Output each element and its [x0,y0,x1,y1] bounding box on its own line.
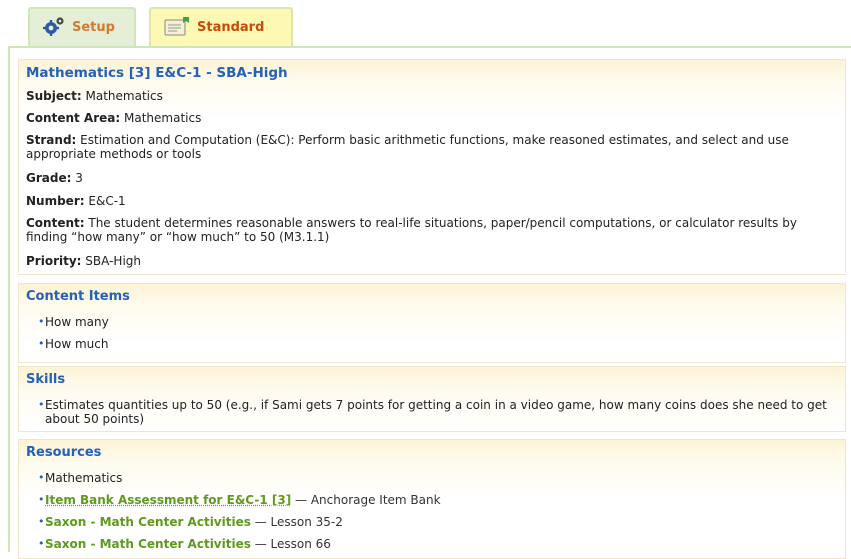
field-content: Content: The student determines reasonab… [26,216,835,244]
resource-link[interactable]: Saxon - Math Center Activities [45,515,251,529]
field-value: Mathematics [124,111,202,125]
resource-item: • Item Bank Assessment for E&C-1 [3] — A… [38,493,825,507]
field-value: SBA-High [85,254,142,268]
list-item: • How many [38,315,825,329]
skills-section: Skills • Estimates quantities up to 50 (… [18,366,846,432]
field-content-area: Content Area: Mathematics [26,111,835,125]
resource-source: — Lesson 66 [250,537,331,551]
certificate-icon [163,15,191,41]
list-item-text: Estimates quantities up to 50 (e.g., if … [45,398,827,426]
field-label: Content: [26,216,85,230]
field-value: Estimation and Computation (E&C): Perfor… [26,133,789,161]
skills-title: Skills [26,372,66,387]
bullet-icon: • [38,493,45,506]
field-strand: Strand: Estimation and Computation (E&C)… [26,133,835,161]
field-label: Priority: [26,254,82,268]
field-label: Strand: [26,133,77,147]
bullet-icon: • [38,398,45,411]
resource-link[interactable]: Saxon - Math Center Activities [45,537,251,551]
field-subject: Subject: Mathematics [26,89,835,103]
field-value: 3 [75,171,83,185]
field-label: Subject: [26,89,82,103]
content-items-section: Content Items • How many • How much [18,283,846,363]
resource-source: — Anchorage Item Bank [291,493,441,507]
field-value: The student determines reasonable answer… [26,216,797,244]
resource-item: • Saxon - Math Center Activities — Lesso… [38,515,825,529]
standard-title: Mathematics [3] E&C-1 - SBA-High [26,65,288,81]
bullet-icon: • [38,315,45,328]
field-grade: Grade: 3 [26,171,835,185]
tab-setup-label: Setup [72,20,115,35]
resource-source: — Lesson 35-2 [250,515,343,529]
resource-item: • Mathematics [38,471,825,485]
tab-frame-left [8,46,10,552]
field-value: E&C-1 [88,194,126,208]
resource-link[interactable]: Item Bank Assessment for E&C-1 [3] [45,493,291,507]
bullet-icon: • [38,515,45,528]
list-item-text: How many [45,315,109,329]
field-priority: Priority: SBA-High [26,254,835,268]
list-item-text: How much [45,337,109,351]
tab-frame-top [8,46,851,48]
bullet-icon: • [38,471,45,484]
bullet-icon: • [38,337,45,350]
resource-item: • Saxon - Math Center Activities — Lesso… [38,537,825,551]
gears-icon [42,16,66,40]
resources-section: Resources • Mathematics • Item Bank Asse… [18,439,846,559]
standard-section: Mathematics [3] E&C-1 - SBA-High Subject… [18,59,846,275]
tab-setup[interactable]: Setup [28,7,136,46]
field-label: Number: [26,194,85,208]
bullet-icon: • [38,537,45,550]
list-item: • Estimates quantities up to 50 (e.g., i… [38,398,835,426]
field-value: Mathematics [85,89,163,103]
resource-text: Mathematics [45,471,123,485]
list-item: • How much [38,337,825,351]
field-number: Number: E&C-1 [26,194,835,208]
content-items-title: Content Items [26,289,130,304]
tab-standard[interactable]: Standard [149,7,293,46]
tab-standard-label: Standard [197,20,265,35]
field-label: Grade: [26,171,72,185]
resources-title: Resources [26,445,102,460]
field-label: Content Area: [26,111,121,125]
